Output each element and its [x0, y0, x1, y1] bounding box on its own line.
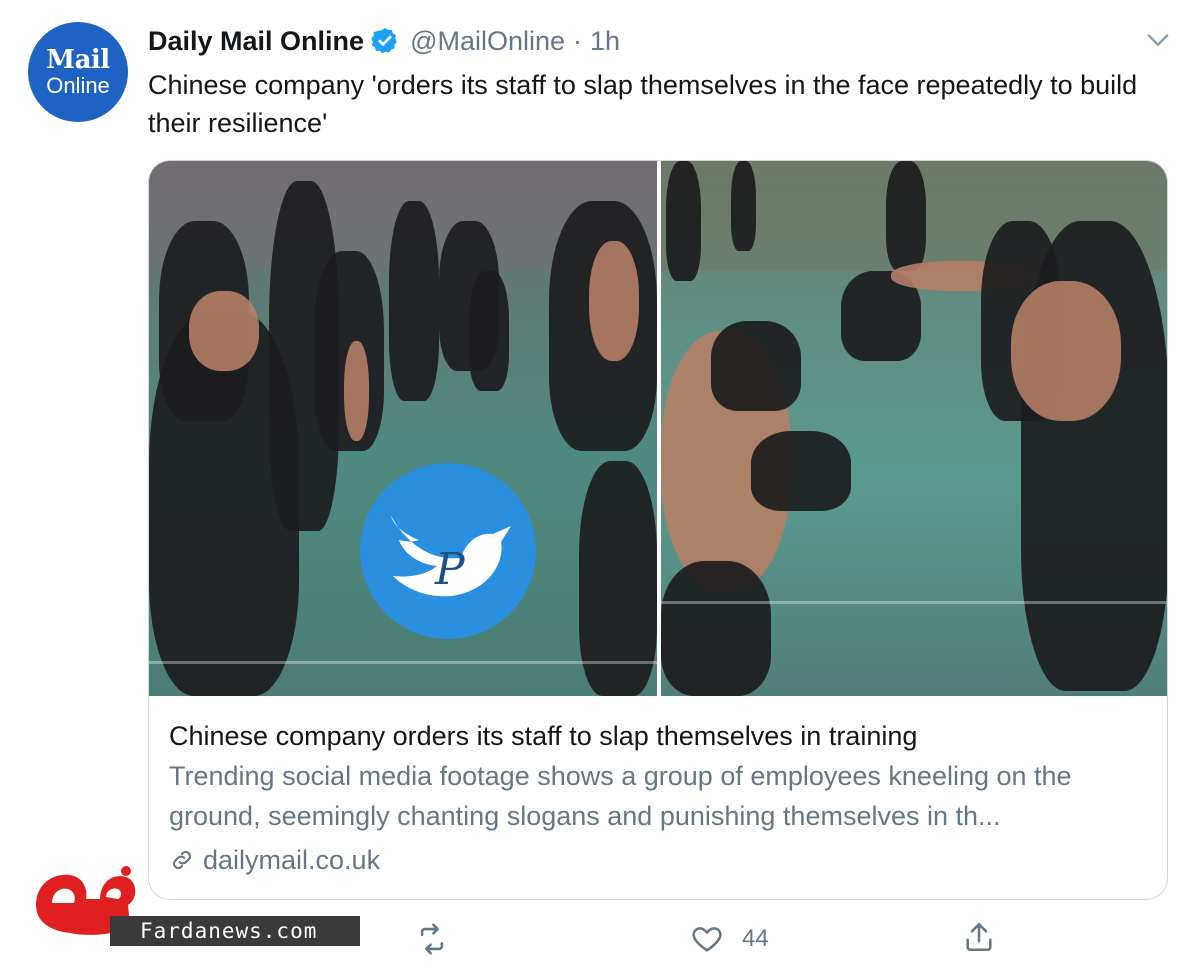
share-button[interactable]: [962, 920, 996, 954]
card-title: Chinese company orders its staff to slap…: [169, 721, 918, 751]
bird-icon: P: [391, 516, 511, 597]
watermark-site: Fardanews.com: [110, 916, 360, 946]
card-image: P: [149, 161, 1167, 696]
retweet-button[interactable]: [415, 922, 467, 956]
chevron-down-icon[interactable]: [1144, 26, 1172, 54]
account-handle[interactable]: @MailOnline: [410, 26, 565, 57]
account-name[interactable]: Daily Mail Online: [148, 26, 364, 57]
heart-icon: [692, 927, 722, 952]
avatar-logo-line2: Online: [46, 73, 110, 98]
verified-badge-icon: [371, 27, 397, 54]
card-description: Trending social media footage shows a gr…: [169, 761, 1072, 831]
share-icon: [966, 922, 992, 952]
link-card[interactable]: P Chinese company orders its staff to sl…: [148, 160, 1168, 900]
card-photo-right: [661, 161, 1167, 696]
tweet-header: Daily Mail Online @MailOnline · 1h: [148, 24, 620, 58]
link-icon: [172, 850, 192, 870]
retweet-icon: [420, 923, 444, 955]
tweet-text: Chinese company 'orders its staff to sla…: [148, 70, 1138, 138]
card-domain: dailymail.co.uk: [169, 840, 1149, 880]
card-domain-text: dailymail.co.uk: [203, 845, 381, 875]
like-button[interactable]: 44: [690, 922, 769, 956]
header-separator: ·: [573, 25, 583, 56]
like-count: 44: [742, 925, 769, 952]
watermark-bird-logo: P: [360, 463, 536, 639]
avatar-logo-line1: Mail: [46, 45, 110, 75]
card-info: Chinese company orders its staff to slap…: [149, 696, 1167, 899]
tweet-timestamp[interactable]: 1h: [590, 26, 620, 57]
avatar[interactable]: Mail Online: [28, 22, 128, 122]
svg-text:P: P: [434, 544, 466, 595]
